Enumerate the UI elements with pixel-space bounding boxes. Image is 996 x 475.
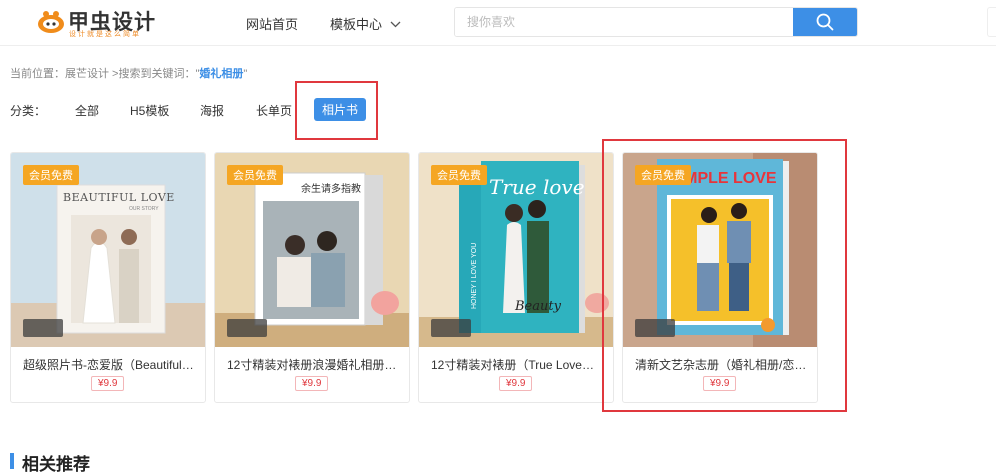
section-accent-bar bbox=[10, 453, 14, 469]
cover-title: BEAUTIFUL LOVE bbox=[63, 191, 175, 204]
cover-subtitle: OUR STORY bbox=[129, 206, 159, 212]
cover-title: True love bbox=[489, 175, 585, 199]
logo-slogan: 设计就是这么简单 bbox=[69, 31, 141, 38]
cover-title: 余生请多指教 bbox=[301, 184, 361, 195]
preview-tag[interactable] bbox=[23, 319, 63, 337]
category-all[interactable]: 全部 bbox=[75, 102, 99, 119]
preview-tag[interactable] bbox=[635, 319, 675, 337]
breadcrumb-prefix: 当前位置：展芒设计 >搜索到关键词：" bbox=[10, 68, 200, 80]
top-header: 甲虫设计 设计就是这么简单 网站首页 模板中心 bbox=[0, 0, 996, 46]
header-edge-element[interactable] bbox=[987, 7, 996, 37]
template-card[interactable]: True love Beauty HONEY I LOVE YOU 会员免费 1… bbox=[418, 152, 614, 403]
nav-home[interactable]: 网站首页 bbox=[246, 14, 298, 33]
search-icon bbox=[816, 13, 834, 31]
template-card[interactable]: BEAUTIFUL LOVE OUR STORY 会员免费 超级照片书-恋爱版（… bbox=[10, 152, 206, 403]
category-label: 分类： bbox=[10, 104, 47, 118]
nav-template-label: 模板中心 bbox=[330, 17, 383, 32]
cover-signature: Beauty bbox=[515, 299, 561, 314]
card-price: ¥9.9 bbox=[499, 376, 533, 391]
nav-home-label: 网站首页 bbox=[246, 17, 299, 32]
beetle-logo-icon bbox=[38, 11, 64, 33]
member-free-badge: 会员免费 bbox=[227, 165, 283, 185]
card-price: ¥9.9 bbox=[91, 376, 125, 391]
chevron-down-icon bbox=[390, 21, 401, 28]
card-title[interactable]: 超级照片书-恋爱版（Beautiful Love） bbox=[23, 356, 195, 373]
member-free-badge: 会员免费 bbox=[635, 165, 691, 185]
section-title: 相关推荐 bbox=[22, 455, 90, 474]
card-title[interactable]: 12寸精装对裱册（True Love挚爱） bbox=[431, 356, 603, 373]
highlight-box-category bbox=[295, 81, 378, 140]
search-bar bbox=[454, 7, 858, 37]
spine-text: HONEY I LOVE YOU bbox=[471, 242, 478, 309]
member-free-badge: 会员免费 bbox=[23, 165, 79, 185]
category-poster[interactable]: 海报 bbox=[200, 102, 224, 119]
category-h5[interactable]: H5模板 bbox=[130, 102, 169, 119]
breadcrumb-keyword[interactable]: 婚礼相册 bbox=[199, 68, 243, 80]
preview-tag[interactable] bbox=[227, 319, 267, 337]
site-logo[interactable]: 甲虫设计 设计就是这么简单 bbox=[36, 6, 166, 38]
search-input[interactable] bbox=[455, 8, 795, 36]
member-free-badge: 会员免费 bbox=[431, 165, 487, 185]
breadcrumb-suffix: " bbox=[243, 68, 248, 80]
template-card[interactable]: 余生请多指教 会员免费 12寸精装对裱册浪漫婚礼相册（婚纱照） ¥9.9 bbox=[214, 152, 410, 403]
card-title[interactable]: 12寸精装对裱册浪漫婚礼相册（婚纱照） bbox=[227, 356, 399, 373]
preview-tag[interactable] bbox=[431, 319, 471, 337]
search-button[interactable] bbox=[793, 8, 857, 36]
breadcrumb: 当前位置：展芒设计 >搜索到关键词："婚礼相册" bbox=[10, 65, 247, 81]
nav-template-center[interactable]: 模板中心 bbox=[330, 14, 401, 33]
card-price: ¥9.9 bbox=[295, 376, 329, 391]
category-long-page[interactable]: 长单页 bbox=[256, 102, 292, 119]
